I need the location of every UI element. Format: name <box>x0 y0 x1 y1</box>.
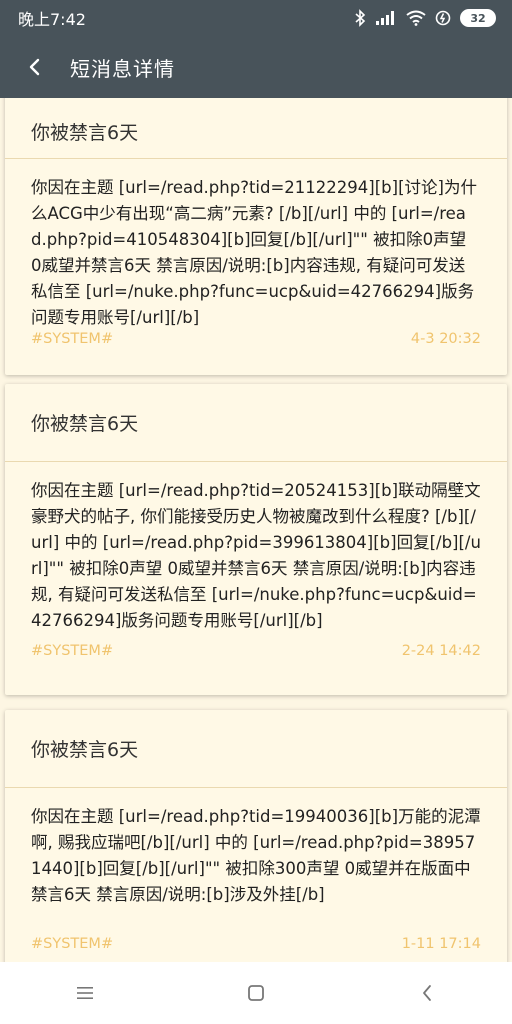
back-icon <box>422 985 431 1001</box>
alarm-icon <box>435 10 451 26</box>
status-icons: 32 <box>354 9 496 27</box>
app-bar: 短消息详情 <box>0 36 512 98</box>
message-title: 你被禁言6天 <box>5 384 507 462</box>
message-card[interactable]: 你被禁言6天 你因在主题 [url=/read.php?tid=19940036… <box>5 710 507 962</box>
nav-menu-button[interactable] <box>55 968 115 1018</box>
nav-back-button[interactable] <box>397 968 457 1018</box>
status-time: 晚上7:42 <box>18 10 86 29</box>
system-nav-bar <box>0 962 512 1024</box>
message-card[interactable]: 你被禁言6天 你因在主题 [url=/read.php?tid=21122294… <box>5 98 507 375</box>
signal-icon <box>376 11 394 25</box>
message-footer: #SYSTEM# 4-3 20:32 <box>31 331 481 347</box>
bluetooth-icon <box>355 9 366 27</box>
message-time: 2-24 14:42 <box>401 643 481 659</box>
message-sender: #SYSTEM# <box>31 936 114 952</box>
message-title-text: 你被禁言6天 <box>31 121 139 144</box>
message-body: 你因在主题 [url=/read.php?tid=19940036][b]万能的… <box>31 807 481 904</box>
message-time: 1-11 17:14 <box>401 936 481 952</box>
battery-level: 32 <box>470 11 486 25</box>
message-time: 4-3 20:32 <box>410 331 481 347</box>
message-title: 你被禁言6天 <box>5 710 507 788</box>
message-body: 你因在主题 [url=/read.php?tid=20524153][b]联动隔… <box>31 481 481 630</box>
message-sender: #SYSTEM# <box>31 643 114 659</box>
message-sender: #SYSTEM# <box>31 331 114 347</box>
message-footer: #SYSTEM# 2-24 14:42 <box>31 643 481 659</box>
message-body: 你因在主题 [url=/read.php?tid=21122294][b][讨论… <box>31 178 477 327</box>
message-title-text: 你被禁言6天 <box>31 739 139 761</box>
message-list[interactable]: 你被禁言6天 你因在主题 [url=/read.php?tid=21122294… <box>0 98 512 962</box>
status-bar: 晚上7:42 32 <box>0 0 512 36</box>
battery-indicator: 32 <box>460 9 496 27</box>
message-footer: #SYSTEM# 1-11 17:14 <box>31 936 481 952</box>
back-arrow-icon <box>29 58 40 76</box>
wifi-icon <box>406 10 426 26</box>
nav-home-button[interactable] <box>226 968 286 1018</box>
home-icon <box>248 985 264 1001</box>
message-title-text: 你被禁言6天 <box>31 413 139 435</box>
page-title: 短消息详情 <box>70 56 175 81</box>
message-card[interactable]: 你被禁言6天 你因在主题 [url=/read.php?tid=20524153… <box>5 384 507 695</box>
back-button[interactable] <box>0 36 70 98</box>
message-title: 你被禁言6天 <box>5 98 507 159</box>
menu-icon <box>77 987 94 999</box>
